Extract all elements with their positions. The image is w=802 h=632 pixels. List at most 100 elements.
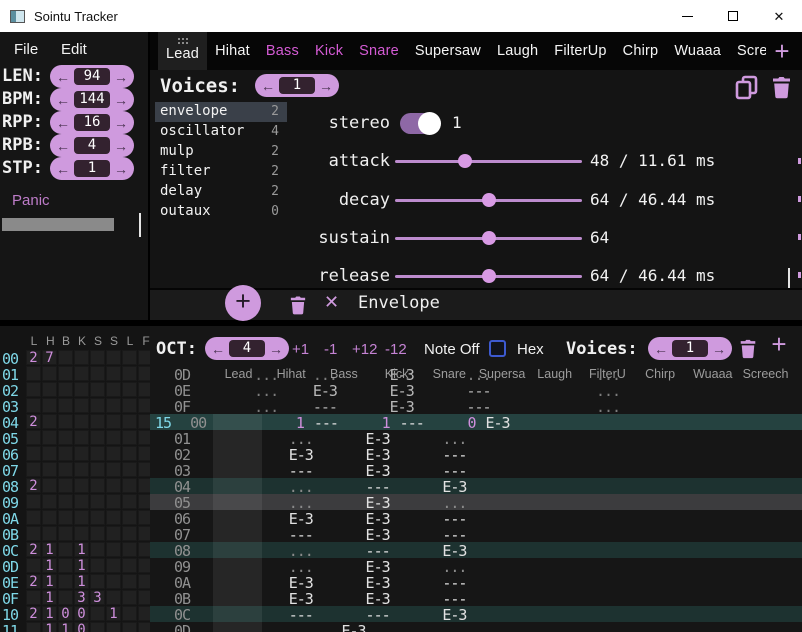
order-cell[interactable] [26, 462, 41, 477]
order-cell[interactable]: 1 [42, 558, 57, 573]
order-cell[interactable] [58, 494, 73, 509]
octave-value[interactable]: 4 [229, 340, 265, 357]
pattern-row-0C[interactable]: 0C------E-3 [150, 606, 802, 622]
note-cell[interactable]: ... [596, 398, 620, 416]
order-cell[interactable] [106, 446, 121, 461]
order-cell[interactable] [26, 430, 41, 445]
order-cell[interactable] [58, 478, 73, 493]
order-cell[interactable] [138, 590, 150, 605]
slider-track[interactable] [395, 160, 582, 163]
order-cell[interactable] [58, 558, 73, 573]
order-cell[interactable] [74, 414, 89, 429]
order-cell[interactable] [106, 382, 121, 397]
slider-knob[interactable] [458, 154, 472, 168]
order-cell[interactable] [106, 350, 121, 365]
order-cell[interactable] [42, 462, 57, 477]
delete-unit-button[interactable] [289, 294, 307, 315]
stereo-toggle[interactable] [400, 113, 440, 134]
order-cell[interactable] [26, 590, 41, 605]
order-cell[interactable] [138, 398, 150, 413]
order-cell[interactable] [26, 558, 41, 573]
decrease-arrow-icon[interactable]: ← [211, 342, 225, 356]
order-cell[interactable] [138, 558, 150, 573]
order-cell[interactable]: 2 [26, 606, 41, 621]
increase-arrow-icon[interactable]: → [114, 70, 128, 84]
tab-supersaw[interactable]: Supersaw [407, 32, 489, 70]
order-cell[interactable] [74, 462, 89, 477]
note-cell[interactable]: --- [400, 414, 424, 432]
decrease-arrow-icon[interactable]: ← [56, 70, 70, 84]
transpose-down-1-button[interactable]: -1 [324, 341, 337, 358]
order-cell[interactable] [26, 494, 41, 509]
order-cell[interactable] [122, 366, 137, 381]
note-cell[interactable]: ... [254, 398, 278, 416]
order-cell[interactable] [58, 382, 73, 397]
order-cell[interactable] [90, 574, 105, 589]
instrument-voices-value[interactable]: 1 [279, 77, 315, 94]
order-cell[interactable] [58, 462, 73, 477]
order-cell[interactable] [106, 494, 121, 509]
order-cell[interactable]: 2 [26, 414, 41, 429]
close-button[interactable]: ✕ [756, 0, 802, 32]
add-track-button[interactable]: + [764, 329, 794, 363]
order-cell[interactable]: 3 [74, 590, 89, 605]
pattern-row-0A[interactable]: 0AE-3E-3--- [150, 574, 802, 590]
order-cell[interactable] [122, 446, 137, 461]
order-cell[interactable] [106, 622, 121, 632]
order-cell[interactable] [90, 350, 105, 365]
order-cell[interactable] [58, 414, 73, 429]
delete-track-button[interactable] [739, 337, 757, 359]
order-cell[interactable] [90, 462, 105, 477]
order-cell[interactable] [74, 494, 89, 509]
order-cell[interactable] [90, 558, 105, 573]
order-cell[interactable] [90, 542, 105, 557]
step-value[interactable]: 1 [74, 160, 110, 177]
order-cell[interactable] [74, 526, 89, 541]
order-cell[interactable] [90, 606, 105, 621]
transpose-down-12-button[interactable]: -12 [385, 341, 407, 358]
order-cell[interactable]: 1 [74, 542, 89, 557]
rpb-value[interactable]: 4 [74, 137, 110, 154]
increase-arrow-icon[interactable]: → [114, 93, 128, 107]
slider-knob[interactable] [482, 231, 496, 245]
order-cell[interactable] [106, 542, 121, 557]
order-cell[interactable]: 1 [42, 622, 57, 632]
note-cell[interactable]: --- [314, 414, 338, 432]
order-cell[interactable] [58, 574, 73, 589]
order-cell[interactable] [122, 542, 137, 557]
order-cell[interactable] [58, 350, 73, 365]
order-cell[interactable] [90, 382, 105, 397]
order-cell[interactable] [138, 542, 150, 557]
delete-instrument-button[interactable] [771, 74, 792, 99]
order-cell[interactable] [138, 478, 150, 493]
order-cell[interactable] [122, 430, 137, 445]
order-cell[interactable]: 3 [90, 590, 105, 605]
note-cell[interactable]: E-3 [442, 606, 466, 624]
tab-filterup[interactable]: FilterUp [546, 32, 614, 70]
order-cell[interactable] [90, 494, 105, 509]
order-cell[interactable] [74, 398, 89, 413]
order-cell[interactable] [42, 494, 57, 509]
order-cell[interactable] [26, 622, 41, 632]
note-off-button[interactable]: Note Off [424, 341, 480, 358]
rpp-value[interactable]: 16 [74, 114, 110, 131]
order-cell[interactable] [138, 446, 150, 461]
order-cell[interactable] [106, 414, 121, 429]
increase-arrow-icon[interactable]: → [114, 139, 128, 153]
order-cell[interactable] [122, 350, 137, 365]
tab-wuaaa[interactable]: Wuaaa [666, 32, 729, 70]
maximize-button[interactable] [710, 0, 756, 32]
order-cell[interactable] [74, 430, 89, 445]
order-cell[interactable] [138, 526, 150, 541]
pattern-row-05[interactable]: 05...E-3... [150, 494, 802, 510]
order-cell[interactable] [26, 366, 41, 381]
tab-lead[interactable]: Lead [158, 32, 207, 70]
increase-arrow-icon[interactable]: → [114, 162, 128, 176]
menu-file[interactable]: File [14, 41, 38, 58]
order-cell[interactable] [74, 350, 89, 365]
note-cell[interactable]: --- [366, 606, 390, 624]
order-cell[interactable] [58, 542, 73, 557]
decrease-arrow-icon[interactable]: ← [56, 162, 70, 176]
order-cell[interactable] [106, 590, 121, 605]
order-cell[interactable] [138, 606, 150, 621]
